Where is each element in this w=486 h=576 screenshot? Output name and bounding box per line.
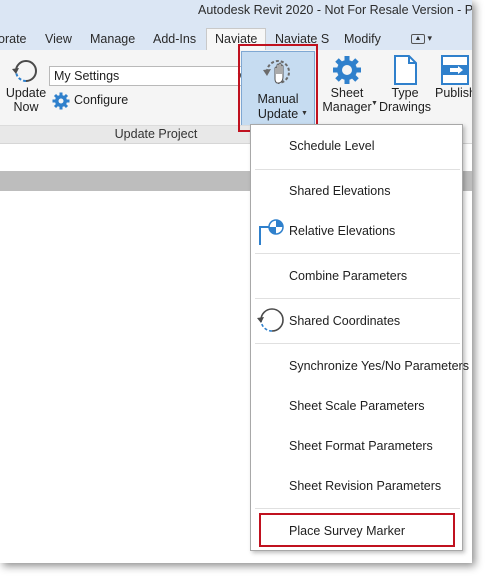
menu-item-relative-elevations[interactable]: Relative Elevations <box>251 211 462 251</box>
publish-icon <box>441 55 469 85</box>
sheet-manager-line1: Sheet <box>330 86 364 100</box>
type-drawings-line1: Type <box>391 86 419 100</box>
menu-item-sheet-revision-parameters[interactable]: Sheet Revision Parameters <box>251 466 462 506</box>
manual-update-highlight <box>238 44 318 132</box>
chevron-down-icon[interactable]: ▼ <box>371 100 378 107</box>
menu-item-label: Sheet Revision Parameters <box>289 479 442 493</box>
menu-item-label: Sheet Scale Parameters <box>289 399 425 413</box>
gear-icon <box>52 92 70 110</box>
relative-elevation-icon <box>259 219 284 245</box>
menu-item-label: Shared Coordinates <box>289 314 401 328</box>
menu-separator <box>255 298 460 299</box>
refresh-icon <box>257 308 284 332</box>
chevron-down-icon: ▾ <box>427 33 433 43</box>
sheet-manager-button[interactable]: Sheet Manager <box>320 54 374 122</box>
menu-item-shared-elevations[interactable]: Shared Elevations <box>251 171 462 211</box>
menu-item-sheet-scale-parameters[interactable]: Sheet Scale Parameters <box>251 386 462 426</box>
tab-collaborate[interactable]: orate <box>0 32 27 46</box>
settings-dropdown[interactable]: My Settings ▼ <box>49 66 249 86</box>
menu-item-label: Relative Elevations <box>289 224 396 238</box>
menu-item-label: Schedule Level <box>289 139 375 153</box>
place-survey-marker-highlight <box>259 513 455 547</box>
ribbon-tabs: orate View Manage Add-Ins Naviate Naviat… <box>0 28 472 51</box>
menu-separator <box>255 508 460 509</box>
menu-item-label: Combine Parameters <box>289 269 408 283</box>
menu-item-label: Sheet Format Parameters <box>289 439 433 453</box>
tab-manage[interactable]: Manage <box>90 32 135 46</box>
manual-update-menu: Schedule Level Shared Elevations Relativ… <box>250 124 469 551</box>
update-now-line1: Update <box>5 86 47 100</box>
tab-modify[interactable]: Modify <box>344 32 381 46</box>
gear-icon <box>333 56 361 84</box>
publish-label: Publish <box>435 86 472 100</box>
menu-item-label: Synchronize Yes/No Parameters <box>289 359 469 373</box>
type-drawings-button[interactable]: Type Drawings <box>378 54 432 122</box>
menu-separator <box>255 343 460 344</box>
menu-separator <box>255 169 460 170</box>
menu-item-shared-coordinates[interactable]: Shared Coordinates <box>251 301 462 341</box>
refresh-icon <box>12 60 37 82</box>
window-title: Autodesk Revit 2020 - Not For Resale Ver… <box>198 3 472 17</box>
menu-separator <box>255 253 460 254</box>
sheet-manager-line2: Manager <box>322 100 372 114</box>
tab-view[interactable]: View <box>45 32 72 46</box>
menu-item-combine-parameters[interactable]: Combine Parameters <box>251 256 462 296</box>
menu-item-label: Shared Elevations <box>289 184 391 198</box>
menu-item-schedule-level[interactable]: Schedule Level <box>251 126 462 166</box>
configure-label: Configure <box>74 93 129 107</box>
menu-item-synchronize-yes-no[interactable]: Synchronize Yes/No Parameters <box>251 346 469 386</box>
update-now-button[interactable]: Update Now <box>4 54 48 122</box>
publish-button[interactable]: Publish <box>434 54 472 122</box>
update-now-line2: Now <box>13 100 39 114</box>
minimize-ribbon-icon: ▲ <box>411 33 425 44</box>
document-icon <box>394 55 417 85</box>
revit-window: Autodesk Revit 2020 - Not For Resale Ver… <box>0 0 472 563</box>
menu-item-sheet-format-parameters[interactable]: Sheet Format Parameters <box>251 426 462 466</box>
ribbon-minimize-toggle[interactable]: ▲ ▾ <box>411 33 439 46</box>
type-drawings-line2: Drawings <box>378 100 432 114</box>
title-bar: Autodesk Revit 2020 - Not For Resale Ver… <box>0 0 472 28</box>
settings-dropdown-value: My Settings <box>54 69 120 83</box>
tab-add-ins[interactable]: Add-Ins <box>153 32 196 46</box>
